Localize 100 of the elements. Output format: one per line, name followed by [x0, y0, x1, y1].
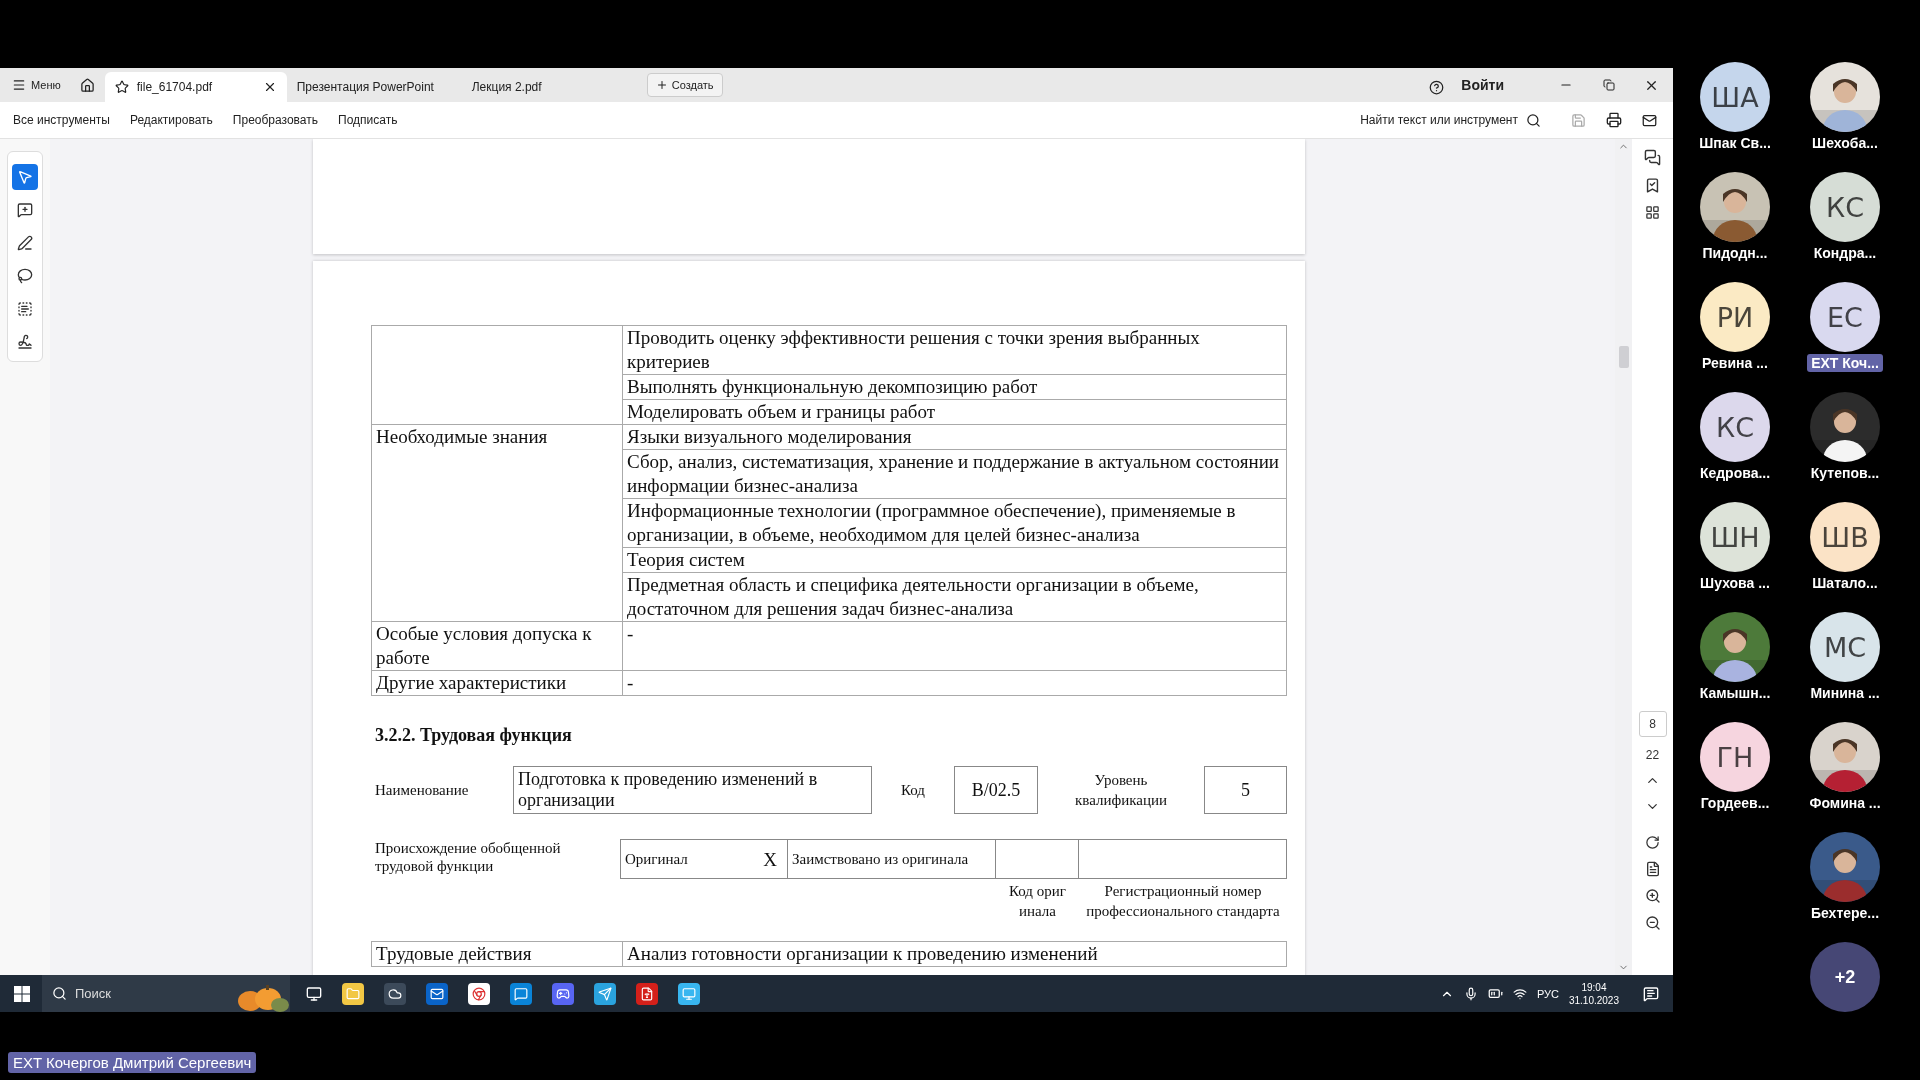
scrollbar-thumb[interactable]	[1618, 346, 1629, 368]
table-cell: Проводить оценку эффективности решения с точки зрения выбранных критериев	[622, 325, 1287, 375]
table-cell: 5	[1204, 766, 1287, 814]
rotate-icon[interactable]	[1645, 835, 1660, 850]
zoom-out-icon[interactable]	[1644, 915, 1661, 931]
table-cell: Моделировать объем и границы работ	[622, 399, 1287, 425]
table-cell: Предметная область и специфика деятельности организации в объеме, достаточном для решения задач бизнес-анализа	[622, 572, 1287, 622]
comments-icon[interactable]	[1644, 149, 1661, 166]
clock-time: 19:04	[1581, 980, 1607, 994]
avatar[interactable]: ШВ	[1810, 502, 1880, 572]
caption: Регистрационный номер профессионального стандарта	[1085, 882, 1281, 921]
table-cell: Трудовые действия	[371, 941, 623, 967]
table-cell: Выполнять функциональную декомпозицию работ	[622, 374, 1287, 400]
wifi-icon[interactable]	[1512, 986, 1527, 1001]
participant-name: Камышн...	[1698, 684, 1772, 702]
avatar[interactable]: ШН	[1700, 502, 1770, 572]
mail-icon[interactable]	[426, 982, 448, 1005]
table-cell: Языки визуального моделирования	[622, 424, 1287, 450]
participant-name: Кондра...	[1812, 244, 1878, 262]
pointer-icon[interactable]	[12, 164, 38, 190]
find-tool-field[interactable]: Найти текст или инструмент	[1360, 113, 1518, 127]
more-participants-button[interactable]: +2	[1810, 942, 1880, 1012]
cloud-icon[interactable]	[384, 982, 406, 1005]
table-cell: Теория систем	[622, 547, 1287, 573]
speaker-name-tag: EXT Кочергов Дмитрий Сергеевич	[8, 1052, 257, 1073]
star-icon	[114, 80, 129, 94]
participant-name: Шпак Св...	[1698, 134, 1772, 152]
grid-icon[interactable]	[1645, 205, 1660, 220]
avatar[interactable]: КС	[1810, 172, 1880, 242]
table-cell: -	[622, 670, 1287, 696]
caption: Код оригинала	[1008, 882, 1067, 921]
plus-icon[interactable]	[655, 79, 668, 91]
paper-plane-icon[interactable]	[594, 982, 616, 1005]
avatar[interactable]: ША	[1700, 62, 1770, 132]
menu-icon[interactable]	[12, 78, 26, 92]
table-cell: В/02.5	[954, 766, 1038, 814]
task-view-icon[interactable]	[306, 985, 322, 1002]
table-cell: Сбор, анализ, систематизация, хранение и поддержание в актуальном состоянии информации бизнес-анализа	[622, 449, 1287, 499]
field-label: Код	[900, 781, 926, 800]
participant-name: Гордеев...	[1699, 794, 1771, 812]
participant-name: Пидодн...	[1701, 244, 1769, 262]
participant-name: Ревина ...	[1701, 354, 1769, 372]
table-cell: Заимствовано из оригинала	[787, 839, 996, 879]
mail-icon[interactable]	[1642, 112, 1657, 128]
participant-name: Шухова ...	[1699, 574, 1771, 592]
participant-name: Фомина ...	[1808, 794, 1882, 812]
participant-name: Кутепов...	[1809, 464, 1881, 482]
sign-in-link[interactable]: Войти	[1461, 77, 1504, 93]
search-field[interactable]: Поиск	[42, 975, 290, 1012]
toolbar-item[interactable]: Все инструменты	[13, 111, 110, 129]
search-icon[interactable]	[52, 986, 67, 1001]
page-count: 22	[1645, 748, 1660, 762]
browser-icon[interactable]	[468, 982, 490, 1005]
participant-name: Минина ...	[1809, 684, 1881, 702]
avatar[interactable]: КС	[1700, 392, 1770, 462]
participant-name: Шехоба...	[1811, 134, 1879, 152]
table-cell: Оригинал X	[620, 839, 788, 879]
battery-icon[interactable]	[1487, 986, 1503, 1001]
page-icon[interactable]	[1644, 861, 1661, 877]
page-number-field[interactable]: 8	[1638, 711, 1667, 737]
table-cell: Анализ готовности организации к проведению изменений	[622, 941, 1287, 967]
tab[interactable]: Презентация PowerPoint	[286, 72, 462, 102]
windows-icon[interactable]	[14, 985, 30, 1002]
notifications-icon[interactable]	[1643, 985, 1659, 1002]
menu-button[interactable]: Меню	[0, 68, 71, 102]
toolbar-item[interactable]: Подписать	[338, 111, 398, 129]
avatar[interactable]: РИ	[1700, 282, 1770, 352]
bookmark-icon[interactable]	[1644, 177, 1661, 194]
chat-icon[interactable]	[510, 982, 532, 1005]
monitor-icon[interactable]	[678, 982, 700, 1005]
language-indicator[interactable]: РУС	[1536, 987, 1559, 1000]
participant-name: EXT Коч...	[1807, 354, 1883, 372]
gamepad-icon[interactable]	[552, 982, 574, 1005]
tab[interactable]: Лекция 2.pdf	[461, 72, 637, 102]
toolbar-item[interactable]: Преобразовать	[232, 111, 318, 129]
table-cell: Подготовка к проведению изменений в организации	[513, 766, 872, 814]
table-cell: Информационные технологии (программное обеспечение), применяемые в организации, в объеме, необходимом для целей бизнес-анализа	[622, 498, 1287, 548]
avatar[interactable]: ГН	[1700, 722, 1770, 792]
print-icon[interactable]	[1606, 112, 1622, 128]
participant-name: Бехтере...	[1809, 904, 1881, 922]
document-icon[interactable]	[636, 982, 658, 1005]
table-cell: Особые условия допуска к работе	[371, 621, 623, 671]
tab[interactable]: file_61704.pdf	[104, 72, 287, 102]
section-heading: 3.2.2. Трудовая функция	[375, 724, 573, 747]
avatar[interactable]: МС	[1810, 612, 1880, 682]
table-cell: Другие характеристики	[371, 670, 623, 696]
avatar[interactable]: ЕС	[1810, 282, 1880, 352]
toolbar-item[interactable]: Редактировать	[129, 111, 213, 129]
microphone-icon[interactable]	[1463, 986, 1478, 1001]
clock-date: 31.10.2023	[1568, 993, 1619, 1007]
folder-icon[interactable]	[342, 982, 364, 1005]
table-cell: Необходимые знания	[371, 424, 623, 622]
field-label: Происхождение обобщенной трудовой функции	[374, 839, 562, 876]
search-icon[interactable]	[1526, 112, 1541, 128]
zoom-in-icon[interactable]	[1644, 888, 1661, 904]
create-button[interactable]: Создать	[646, 73, 723, 97]
field-label: Уровень квалификации	[1074, 771, 1168, 810]
participant-name: Шатало...	[1811, 574, 1879, 592]
field-label: Наименование	[374, 781, 470, 799]
table-cell: -	[622, 621, 1287, 671]
